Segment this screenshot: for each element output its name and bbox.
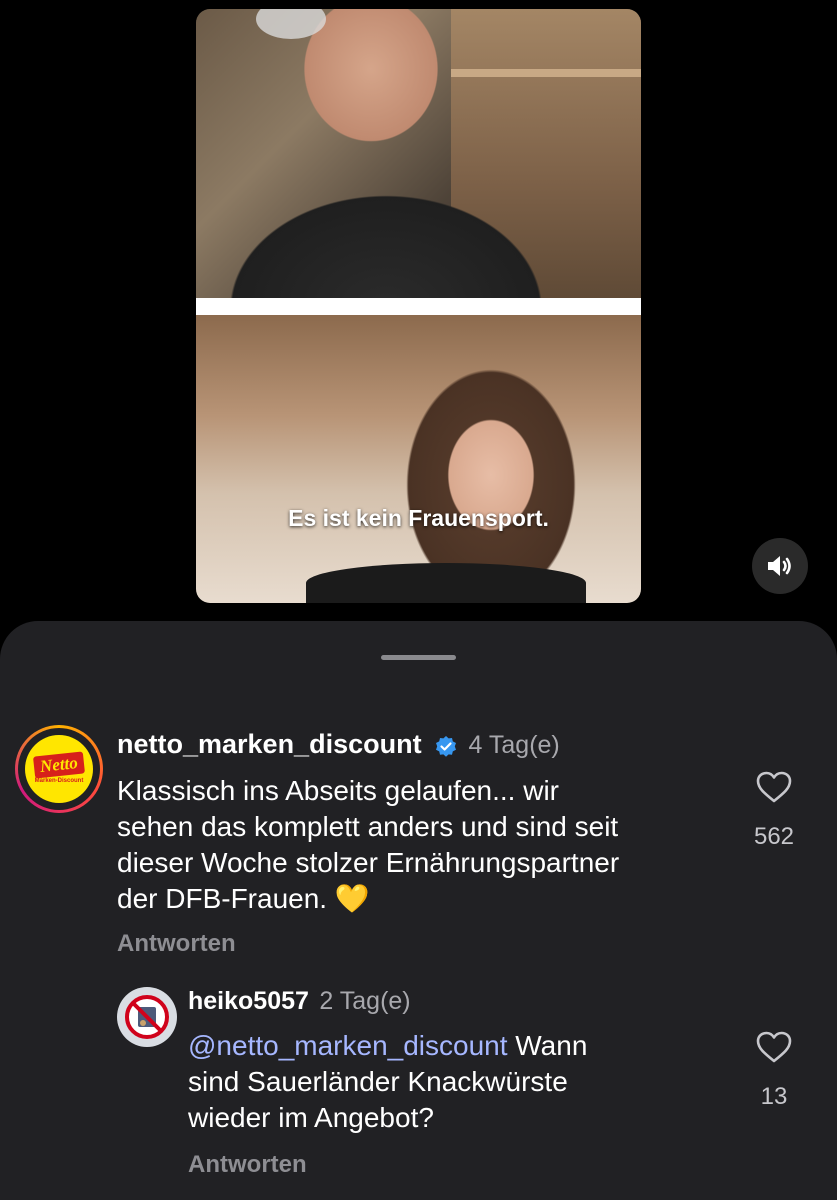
- frame-divider: [196, 298, 641, 315]
- netto-logo-subtext: Marken-Discount: [34, 778, 84, 784]
- comment-line: sehen das komplett anders und sind seit: [117, 811, 619, 842]
- video-frame-top: [196, 9, 641, 298]
- avatar[interactable]: [117, 987, 177, 1047]
- woman-shirt: [306, 563, 586, 603]
- sound-toggle-button[interactable]: [752, 538, 808, 594]
- man-in-video: [196, 9, 616, 298]
- like-count: 13: [760, 1083, 788, 1110]
- comment-line: wieder im Angebot?: [188, 1102, 434, 1133]
- reply-button[interactable]: Antworten: [188, 1151, 307, 1179]
- comment-timestamp: 2 Tag(e): [319, 987, 411, 1015]
- heart-outline-icon[interactable]: [756, 771, 792, 803]
- comment-reply-heiko: heiko5057 2 Tag(e) @netto_marken_discoun…: [0, 971, 837, 1200]
- comment-netto: Netto Marken-Discount netto_marken_disco…: [0, 621, 837, 961]
- comment-line: Wann: [515, 1030, 588, 1061]
- comment-text: Klassisch ins Abseits gelaufen... wir se…: [117, 773, 717, 917]
- like-control: 562: [742, 771, 806, 851]
- mention-link[interactable]: @netto_marken_discount: [188, 1030, 508, 1061]
- like-count: 562: [753, 823, 795, 850]
- comment-line: dieser Woche stolzer Ernährungspartner: [117, 847, 620, 878]
- comment-username[interactable]: netto_marken_discount: [117, 729, 422, 759]
- comment-timestamp: 4 Tag(e): [468, 731, 560, 759]
- avatar: Netto Marken-Discount: [25, 735, 93, 803]
- verified-badge-icon: [436, 735, 457, 757]
- like-control: 13: [742, 1031, 806, 1111]
- avatar-story-ring[interactable]: Netto Marken-Discount: [15, 725, 103, 813]
- netto-logo-text: Netto: [33, 751, 85, 779]
- comments-sheet: Netto Marken-Discount netto_marken_disco…: [0, 621, 837, 1200]
- video-subtitle: Es ist kein Frauensport.: [288, 505, 549, 531]
- comment-line: sind Sauerländer Knackwürste: [188, 1066, 568, 1097]
- comment-line: der DFB-Frauen.: [117, 883, 328, 914]
- reply-button[interactable]: Antworten: [117, 930, 236, 958]
- video-player[interactable]: Es ist kein Frauensport.: [196, 9, 641, 603]
- prohibited-sign-icon: [125, 995, 169, 1039]
- comment-text: @netto_marken_discount Wann sind Sauerlä…: [188, 1028, 688, 1136]
- comment-username[interactable]: heiko5057: [188, 987, 309, 1015]
- heart-outline-icon[interactable]: [756, 1031, 792, 1063]
- comment-line: Klassisch ins Abseits gelaufen... wir: [117, 775, 559, 806]
- video-frame-bottom: [196, 315, 641, 603]
- yellow-heart-emoji: 💛: [334, 883, 370, 914]
- speaker-volume-icon: [768, 556, 791, 576]
